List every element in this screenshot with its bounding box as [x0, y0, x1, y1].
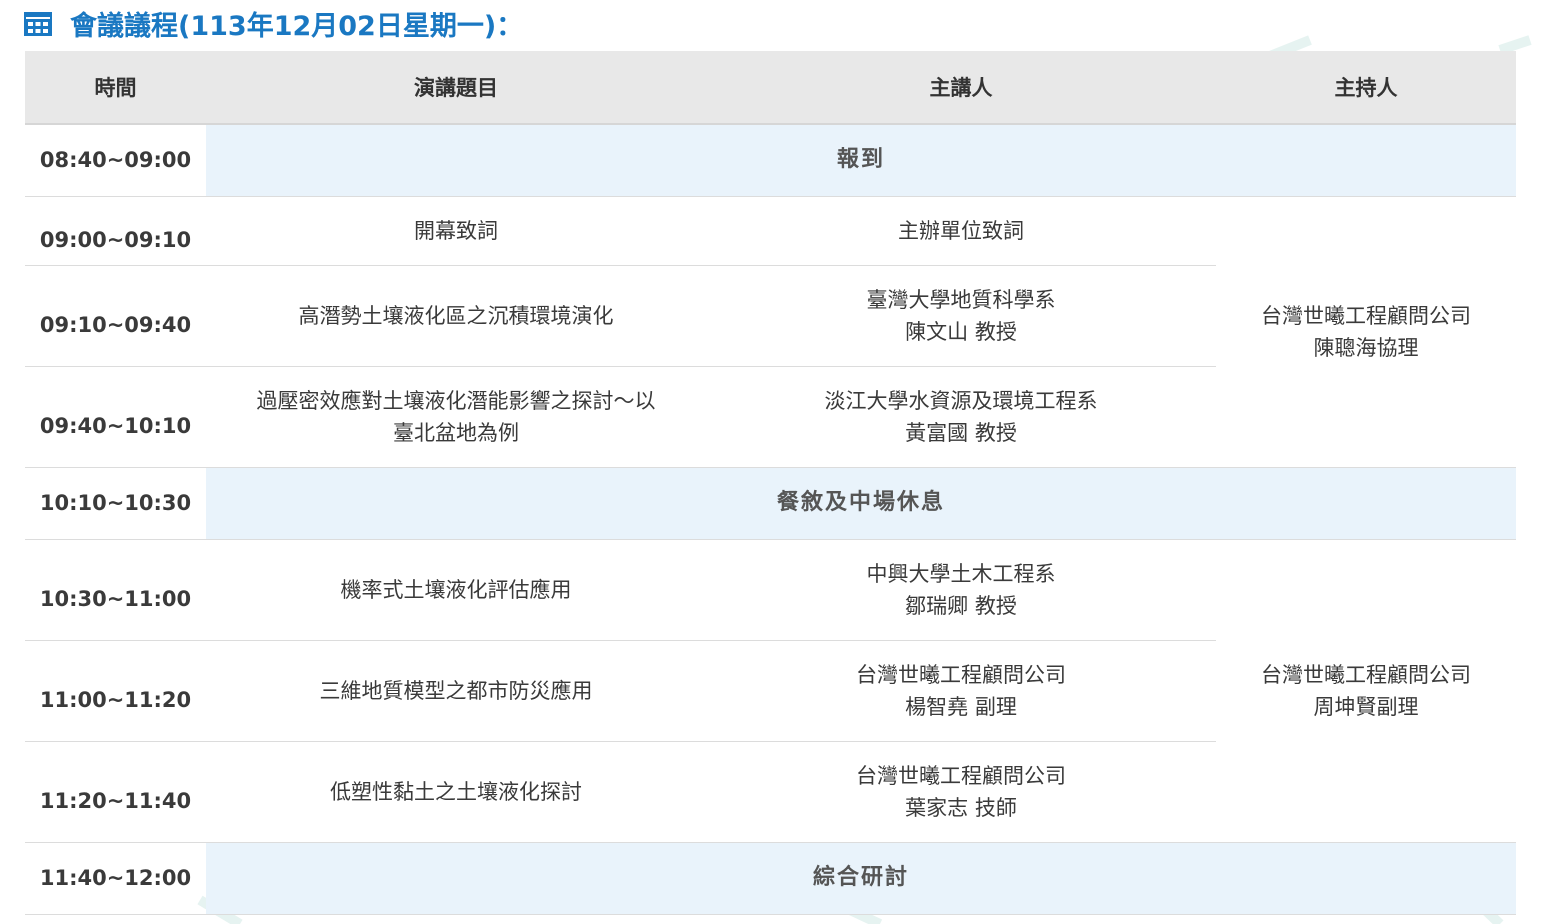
topic-cell: 過壓密效應對土壤液化潛能影響之探討～以 臺北盆地為例: [206, 366, 706, 468]
speaker-org: 台灣世曦工程顧問公司: [856, 662, 1066, 687]
speaker-name: 陳文山 教授: [905, 319, 1017, 344]
time-cell: 11:20~11:40: [25, 741, 206, 843]
speaker-cell: 台灣世曦工程顧問公司 楊智堯 副理: [706, 640, 1216, 742]
time-cell: 09:00~09:10: [25, 196, 206, 266]
speaker-cell: 臺灣大學地質科學系 陳文山 教授: [706, 265, 1216, 367]
header-host: 主持人: [1216, 51, 1516, 125]
speaker-org: 臺灣大學地質科學系: [866, 287, 1056, 312]
registration-cell: 報到: [206, 124, 1516, 197]
time-cell: 11:40~12:00: [25, 842, 206, 915]
header-speaker: 主講人: [706, 51, 1216, 125]
speaker-cell: 主辦單位致詞: [706, 196, 1216, 266]
time-cell: 11:00~11:20: [25, 640, 206, 742]
agenda-table: 時間 演講題目 主講人 主持人 08:40~09:00 報到 09:00~09:…: [25, 51, 1516, 915]
calendar-table-icon: [24, 12, 52, 36]
host-org: 台灣世曦工程顧問公司: [1261, 303, 1471, 328]
page-title: 會議議程(113年12月02日星期一)：: [70, 10, 524, 42]
speaker-name: 鄒瑞卿 教授: [905, 593, 1017, 618]
speaker-name: 黃富國 教授: [905, 420, 1017, 445]
topic-cell: 低塑性黏土之土壤液化探討: [206, 741, 706, 843]
host-cell: 台灣世曦工程顧問公司 周坤賢副理: [1216, 539, 1516, 843]
host-org: 台灣世曦工程顧問公司: [1261, 662, 1471, 687]
time-cell: 09:10~09:40: [25, 265, 206, 367]
speaker-cell: 台灣世曦工程顧問公司 葉家志 技師: [706, 741, 1216, 843]
speaker-cell: 淡江大學水資源及環境工程系 黃富國 教授: [706, 366, 1216, 468]
table-header-row: 時間 演講題目 主講人 主持人: [25, 51, 1516, 125]
topic-line: 臺北盆地為例: [393, 420, 519, 445]
time-cell: 10:10~10:30: [25, 467, 206, 540]
host-name: 陳聰海協理: [1313, 335, 1419, 360]
host-name: 周坤賢副理: [1313, 694, 1419, 719]
break-cell: 餐敘及中場休息: [206, 467, 1516, 540]
host-cell: 台灣世曦工程顧問公司 陳聰海協理: [1216, 196, 1516, 468]
agenda-heading: 會議議程(113年12月02日星期一)：: [24, 0, 523, 46]
speaker-org: 台灣世曦工程顧問公司: [856, 763, 1066, 788]
topic-cell: 三維地質模型之都市防災應用: [206, 640, 706, 742]
header-time: 時間: [25, 51, 206, 125]
speaker-name: 葉家志 技師: [905, 795, 1017, 820]
speaker-org: 中興大學土木工程系: [866, 561, 1056, 586]
table-row: 09:00~09:10 開幕致詞 主辦單位致詞 台灣世曦工程顧問公司 陳聰海協理: [25, 196, 1516, 468]
speaker-org: 淡江大學水資源及環境工程系: [824, 388, 1098, 413]
discussion-cell: 綜合研討: [206, 842, 1516, 915]
topic-cell: 開幕致詞: [206, 196, 706, 266]
time-cell: 09:40~10:10: [25, 366, 206, 468]
topic-cell: 高潛勢土壤液化區之沉積環境演化: [206, 265, 706, 367]
topic-cell: 機率式土壤液化評估應用: [206, 539, 706, 641]
speaker-cell: 中興大學土木工程系 鄒瑞卿 教授: [706, 539, 1216, 641]
time-cell: 08:40~09:00: [25, 124, 206, 197]
table-row: 10:30~11:00 機率式土壤液化評估應用 中興大學土木工程系 鄒瑞卿 教授…: [25, 539, 1516, 843]
topic-line: 過壓密效應對土壤液化潛能影響之探討～以: [256, 388, 656, 413]
time-cell: 10:30~11:00: [25, 539, 206, 641]
header-topic: 演講題目: [206, 51, 706, 125]
table-row: 08:40~09:00 報到: [25, 124, 1516, 197]
table-row: 10:10~10:30 餐敘及中場休息: [25, 467, 1516, 540]
speaker-name: 楊智堯 副理: [905, 694, 1017, 719]
table-row: 11:40~12:00 綜合研討: [25, 842, 1516, 915]
